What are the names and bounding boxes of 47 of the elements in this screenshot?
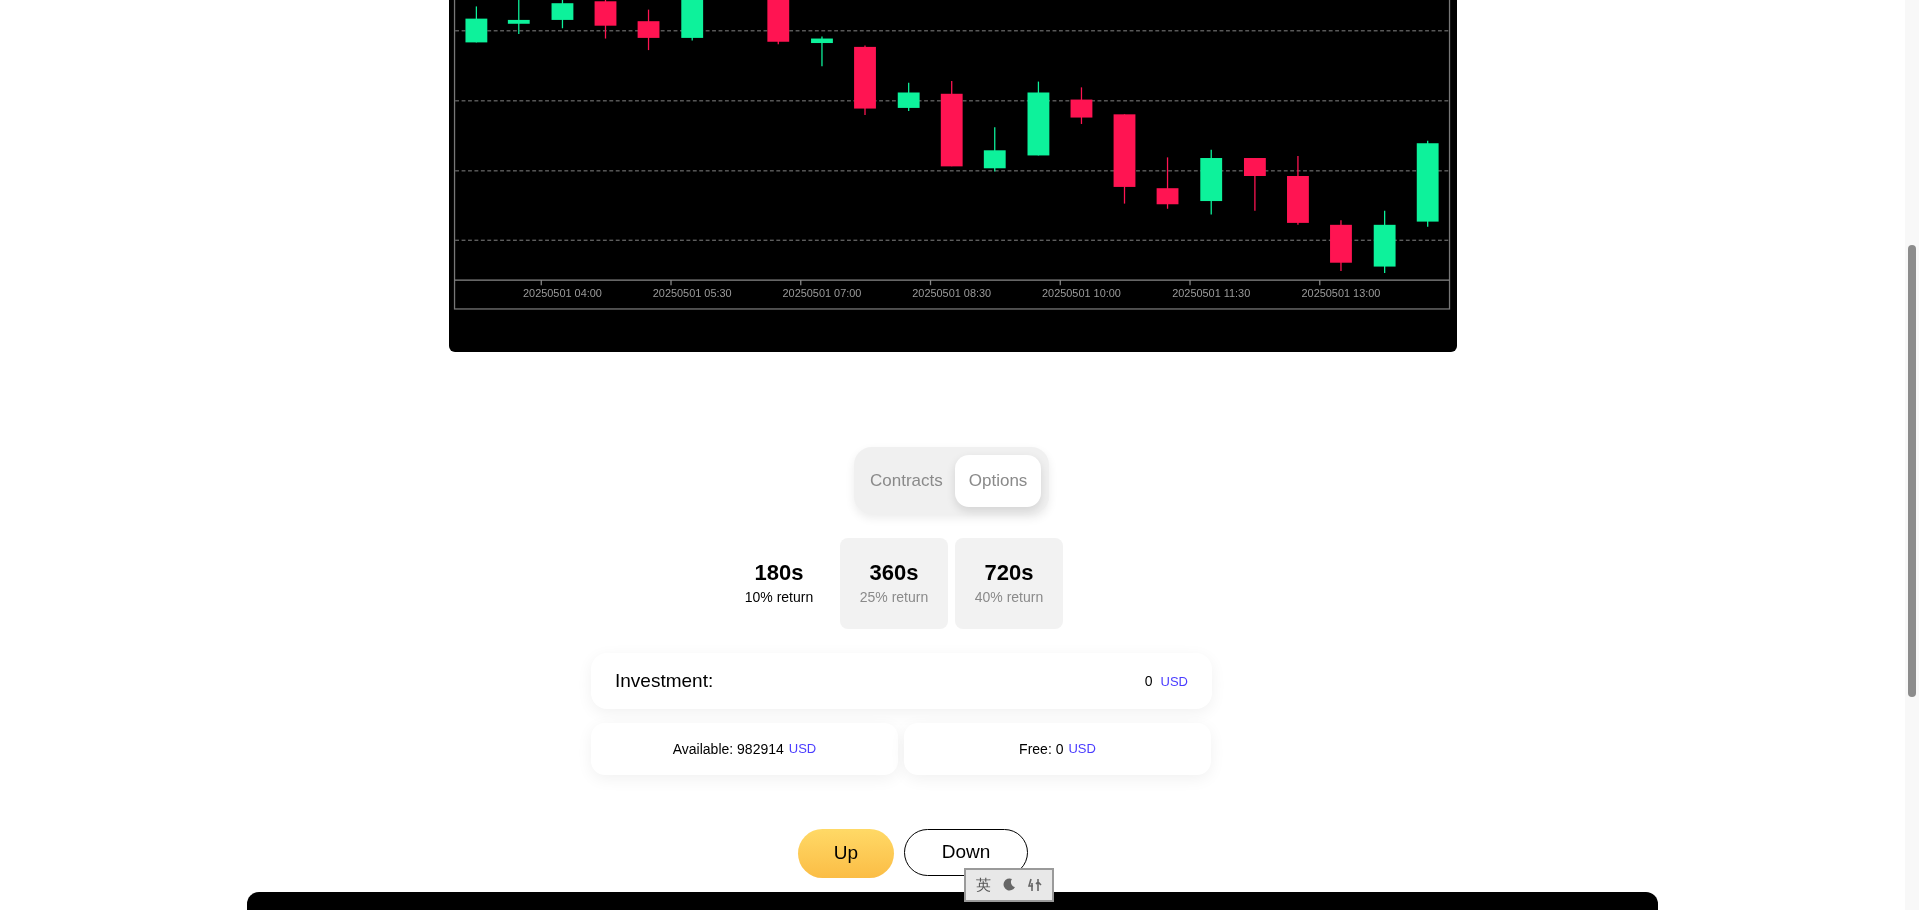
currency-label: USD xyxy=(1068,740,1096,759)
duration-option[interactable]: 720s 40% return xyxy=(955,537,1063,629)
candlestick xyxy=(983,126,1006,173)
axis-label: 20250501 04:00 xyxy=(523,286,602,299)
candlestick xyxy=(811,35,833,67)
balance-text: Available: 982914 xyxy=(672,739,784,759)
return-rate: 10% return xyxy=(744,587,814,607)
candlestick xyxy=(637,9,660,51)
candlestick xyxy=(594,0,617,40)
duration-time: 360s xyxy=(869,559,919,587)
axis-label: 20250501 07:00 xyxy=(782,286,862,299)
axis-label: 20250501 08:30 xyxy=(912,286,992,299)
return-rate: 25% return xyxy=(859,587,929,607)
candlestick xyxy=(1156,156,1179,210)
currency-label: USD xyxy=(788,740,817,759)
currency-label: USD xyxy=(1160,672,1188,691)
candlestick xyxy=(1373,210,1396,274)
ime-menu[interactable]: 英 xyxy=(964,868,1054,902)
candlestick xyxy=(897,82,920,112)
candlestick xyxy=(681,0,704,42)
candlestick xyxy=(465,5,488,44)
balance-text: Free: 0 xyxy=(1019,739,1064,759)
candlestick xyxy=(1200,149,1223,216)
investment-label: Investment: xyxy=(615,669,714,694)
mode-tab[interactable]: Options xyxy=(954,454,1042,507)
candlestick xyxy=(767,0,790,45)
candlestick xyxy=(854,44,876,116)
candlestick xyxy=(1287,155,1309,226)
axis-label: 20250501 11:30 xyxy=(1172,286,1251,299)
axis-label: 20250501 13:00 xyxy=(1301,286,1381,299)
candlestick xyxy=(551,0,574,29)
duration-time: 720s xyxy=(984,559,1034,587)
duration-option[interactable]: 360s 25% return xyxy=(840,537,948,629)
candlestick xyxy=(1244,157,1266,212)
candlestick xyxy=(507,0,530,35)
return-rate: 40% return xyxy=(974,587,1044,607)
investment-value: 0 xyxy=(1144,671,1153,691)
scrollbar-thumb[interactable] xyxy=(1908,245,1916,697)
scrollbar[interactable] xyxy=(1905,0,1919,910)
up-button[interactable]: Up xyxy=(798,829,894,879)
candlestick xyxy=(1070,86,1093,125)
down-button[interactable]: Down xyxy=(904,829,1028,877)
moon-icon[interactable] xyxy=(1001,878,1016,892)
duration-time: 180s xyxy=(754,559,804,587)
candlestick xyxy=(1330,219,1352,272)
axis-label: 20250501 10:00 xyxy=(1042,286,1121,299)
axis-label: 20250501 05:30 xyxy=(652,286,732,299)
